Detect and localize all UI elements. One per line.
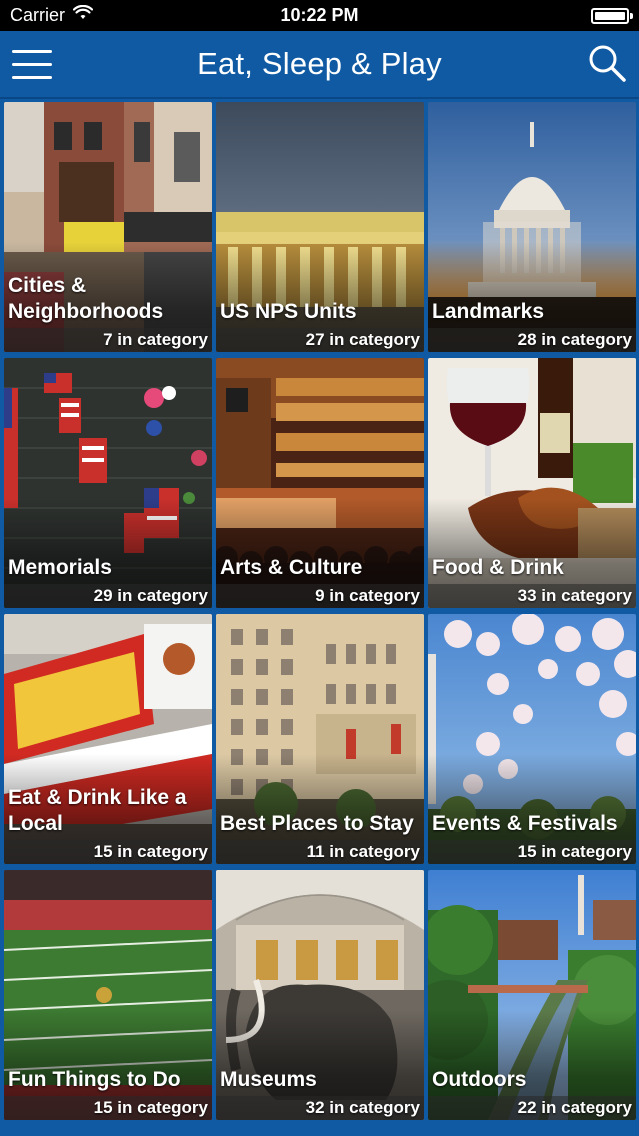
category-count: 28 in category <box>517 330 632 349</box>
category-tile-food-drink[interactable]: Food & Drink 33 in category <box>428 358 636 608</box>
category-label: Eat & Drink Like a Local <box>8 786 187 835</box>
category-tile-landmarks[interactable]: Landmarks 28 in category <box>428 102 636 352</box>
wifi-icon <box>72 4 94 26</box>
category-tile-eat-drink-like-a-local[interactable]: Eat & Drink Like a Local 15 in category <box>4 614 212 864</box>
category-count: 22 in category <box>517 1098 632 1117</box>
category-label: Events & Festivals <box>432 812 618 835</box>
category-label: Memorials <box>8 556 112 579</box>
header-bar: Eat, Sleep & Play <box>0 31 639 99</box>
category-count: 27 in category <box>305 330 420 349</box>
status-bar: Carrier 10:22 PM <box>0 0 639 31</box>
category-label: Outdoors <box>432 1068 527 1091</box>
category-label: US NPS Units <box>220 300 357 323</box>
battery-icon <box>591 7 633 24</box>
category-tile-cities-neighborhoods[interactable]: Cities & Neighborhoods 7 in category <box>4 102 212 352</box>
status-bar-left: Carrier <box>10 4 94 26</box>
clock: 10:22 PM <box>280 5 359 25</box>
search-icon[interactable] <box>587 43 627 83</box>
category-count: 7 in category <box>103 330 208 349</box>
page-title: Eat, Sleep & Play <box>197 46 442 81</box>
carrier-label: Carrier <box>10 5 66 25</box>
category-tile-events-festivals[interactable]: Events & Festivals 15 in category <box>428 614 636 864</box>
category-count: 15 in category <box>93 1098 208 1117</box>
category-tile-outdoors[interactable]: Outdoors 22 in category <box>428 870 636 1120</box>
category-tile-us-nps-units[interactable]: US NPS Units 27 in category <box>216 102 424 352</box>
category-tile-best-places-to-stay[interactable]: Best Places to Stay 11 in category <box>216 614 424 864</box>
category-label: Landmarks <box>432 300 545 323</box>
category-label: Best Places to Stay <box>220 812 414 835</box>
category-tile-memorials[interactable]: Memorials 29 in category <box>4 358 212 608</box>
category-count: 15 in category <box>93 842 208 861</box>
category-count: 9 in category <box>315 586 420 605</box>
category-count: 32 in category <box>305 1098 420 1117</box>
category-count: 33 in category <box>517 586 632 605</box>
category-label: Fun Things to Do <box>8 1068 181 1091</box>
category-count: 11 in category <box>306 842 420 861</box>
category-count: 15 in category <box>517 842 632 861</box>
hamburger-menu-icon[interactable] <box>12 47 54 81</box>
category-tile-fun-things-to-do[interactable]: Fun Things to Do 15 in category <box>4 870 212 1120</box>
category-tile-arts-culture[interactable]: Arts & Culture 9 in category <box>216 358 424 608</box>
category-label: Cities & Neighborhoods <box>8 274 164 323</box>
category-grid: Cities & Neighborhoods 7 in category US … <box>0 99 639 1136</box>
category-label: Arts & Culture <box>220 556 363 579</box>
category-tile-museums[interactable]: Museums 32 in category <box>216 870 424 1120</box>
category-label: Food & Drink <box>432 556 564 579</box>
category-label: Museums <box>220 1068 317 1091</box>
category-count: 29 in category <box>93 586 208 605</box>
